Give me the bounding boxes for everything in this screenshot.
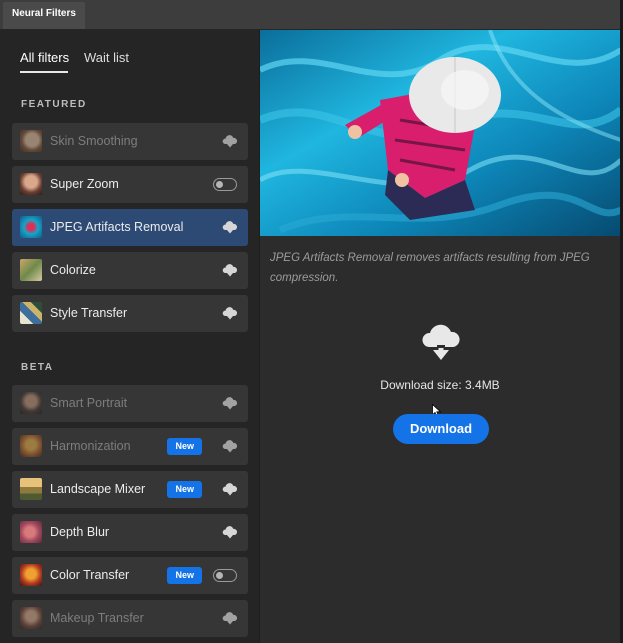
filter-item-color-transfer[interactable]: Color Transfer New [12, 557, 248, 594]
style-transfer-thumbnail [20, 302, 42, 324]
landscape-mixer-thumbnail [20, 478, 42, 500]
filter-item-depth-blur[interactable]: Depth Blur [12, 514, 248, 551]
cloud-download-icon[interactable] [222, 220, 238, 234]
tab-all-filters[interactable]: All filters [20, 50, 69, 65]
filter-label: Colorize [50, 263, 96, 277]
filter-item-smart-portrait[interactable]: Smart Portrait [12, 385, 248, 422]
smart-portrait-thumbnail [20, 392, 42, 414]
jpeg-artifacts-thumbnail [20, 216, 42, 238]
cloud-download-icon[interactable] [222, 525, 238, 539]
color-transfer-thumbnail [20, 564, 42, 586]
filter-toggle-switch[interactable] [213, 178, 237, 191]
filter-item-makeup-transfer[interactable]: Makeup Transfer [12, 600, 248, 637]
filter-label: Color Transfer [50, 568, 130, 582]
filter-label: Super Zoom [50, 177, 119, 191]
filter-preview-image [260, 30, 621, 236]
new-badge: New [167, 567, 202, 584]
section-label-featured: FEATURED [21, 99, 87, 110]
cloud-download-icon[interactable] [222, 611, 238, 625]
filter-item-landscape-mixer[interactable]: Landscape Mixer New [12, 471, 248, 508]
cloud-download-icon [422, 324, 460, 360]
new-badge: New [167, 438, 202, 455]
filter-item-skin-smoothing[interactable]: Skin Smoothing [12, 123, 248, 160]
cloud-download-icon[interactable] [222, 263, 238, 277]
filter-item-super-zoom[interactable]: Super Zoom [12, 166, 248, 203]
filter-label: Depth Blur [50, 525, 110, 539]
filter-label: JPEG Artifacts Removal [50, 220, 184, 234]
filter-label: Skin Smoothing [50, 134, 138, 148]
filter-label: Smart Portrait [50, 396, 128, 410]
filter-toggle-switch[interactable] [213, 569, 237, 582]
super-zoom-thumbnail [20, 173, 42, 195]
filter-item-jpeg-artifacts-removal[interactable]: JPEG Artifacts Removal [12, 209, 248, 246]
skin-smoothing-thumbnail [20, 130, 42, 152]
filter-label: Makeup Transfer [50, 611, 144, 625]
makeup-transfer-thumbnail [20, 607, 42, 629]
cloud-download-icon[interactable] [222, 439, 238, 453]
filters-sidebar: All filters Wait list FEATURED Skin Smoo… [0, 30, 260, 643]
neural-filters-tab[interactable]: Neural Filters [3, 2, 85, 29]
filter-label: Style Transfer [50, 306, 128, 320]
cloud-download-icon[interactable] [222, 134, 238, 148]
filter-label: Landscape Mixer [50, 482, 146, 496]
download-size-label: Download size: 3.4MB [380, 378, 500, 392]
window-tab-bar: Neural Filters [0, 0, 623, 30]
colorize-thumbnail [20, 259, 42, 281]
filter-item-harmonization[interactable]: Harmonization New [12, 428, 248, 465]
filter-details-panel: JPEG Artifacts Removal removes artifacts… [260, 30, 621, 643]
filter-description: JPEG Artifacts Removal removes artifacts… [270, 252, 590, 284]
filter-label: Harmonization [50, 439, 131, 453]
tab-wait-list[interactable]: Wait list [84, 50, 129, 65]
active-tab-underline [20, 71, 68, 73]
new-badge: New [167, 481, 202, 498]
filter-item-colorize[interactable]: Colorize [12, 252, 248, 289]
download-button[interactable]: Download [393, 414, 489, 444]
depth-blur-thumbnail [20, 521, 42, 543]
filter-item-style-transfer[interactable]: Style Transfer [12, 295, 248, 332]
section-label-beta: BETA [21, 362, 54, 373]
cloud-download-icon[interactable] [222, 482, 238, 496]
harmonization-thumbnail [20, 435, 42, 457]
cloud-download-icon[interactable] [222, 396, 238, 410]
cloud-download-icon[interactable] [222, 306, 238, 320]
